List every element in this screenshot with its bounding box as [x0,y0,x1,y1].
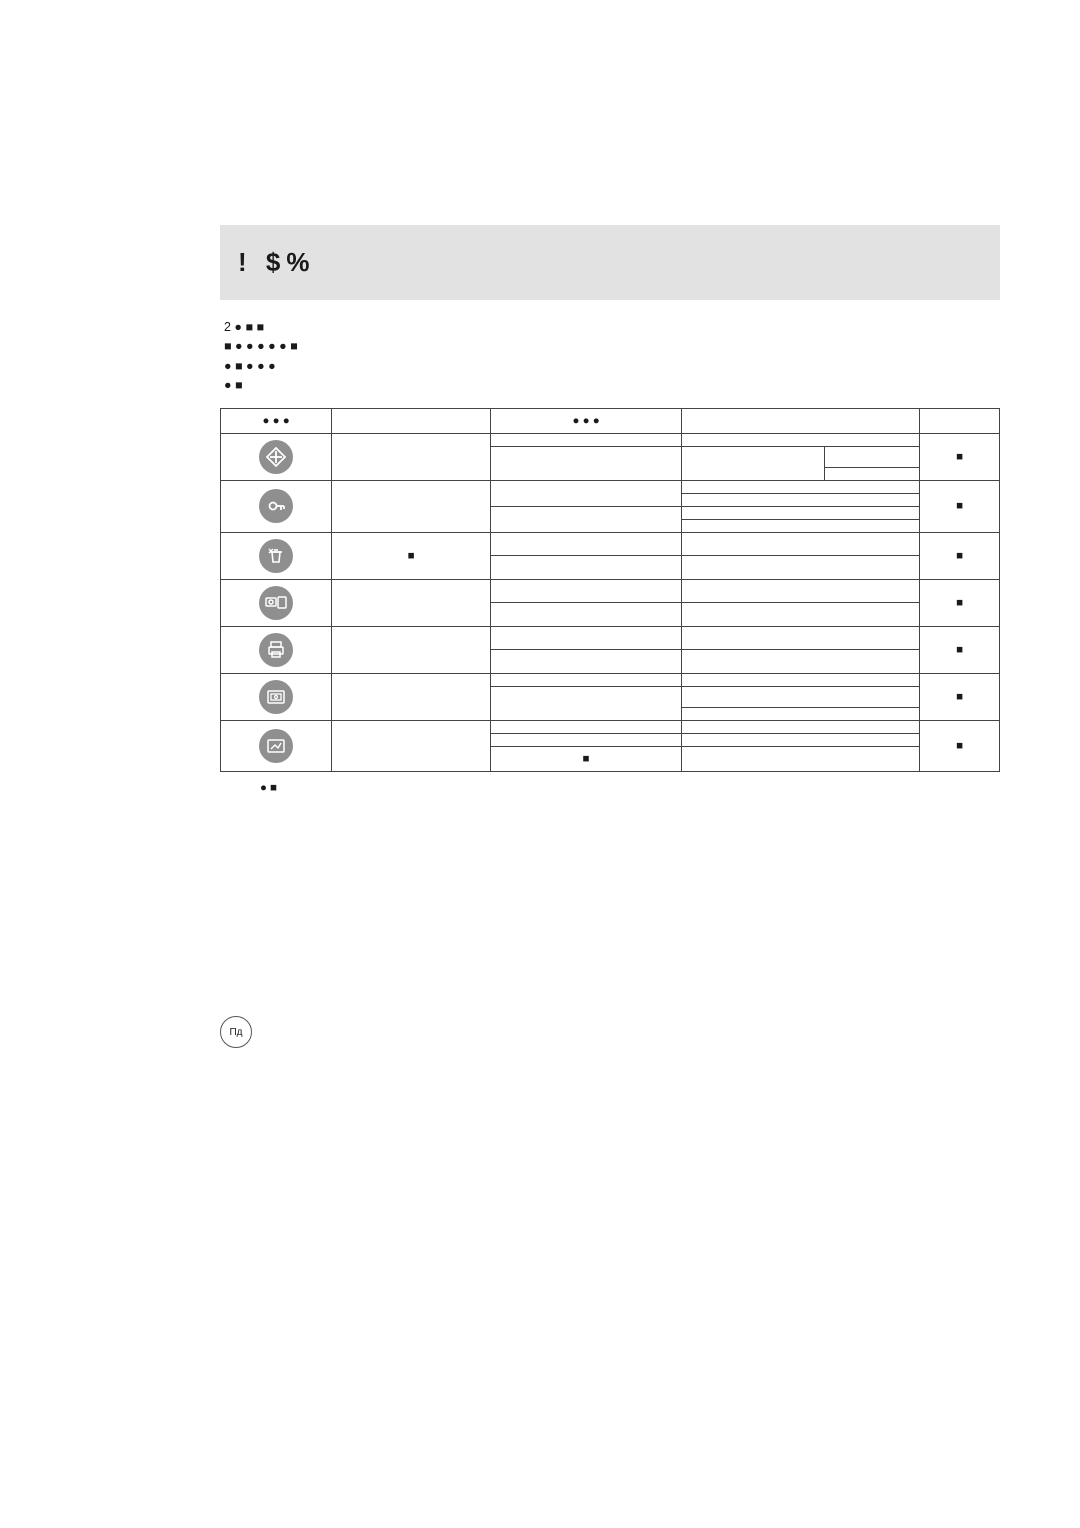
intro-line: ■ ● ● ● ● ● ■ [224,337,996,356]
page-ref: ■ [920,673,1000,720]
option-label [682,493,920,506]
table-header: ● ● ● ● ● ● [221,408,1000,433]
header-main [332,408,491,433]
page-ref: ■ [920,480,1000,532]
resize2-icon [259,729,293,763]
table-row: ■ [221,579,1000,603]
header-sub: ● ● ● [491,408,682,433]
submenu-label: ■ [491,746,682,771]
main-menu-label: ■ [332,532,491,579]
table-row: ■ [221,673,1000,686]
page-ref: ■ [920,532,1000,579]
main-menu-label [332,626,491,673]
page-ref: ■ [920,579,1000,626]
section-title: ! $% [220,225,1000,300]
menu-icon-cell [221,626,332,673]
option-label [682,532,920,556]
option-label [682,519,920,532]
option-label [825,446,920,467]
main-menu-label [332,579,491,626]
page-ref: ■ [920,433,1000,480]
slideshow-icon [259,680,293,714]
submenu-label [491,673,682,686]
intro-line: ● ■ ● ● ● [224,357,996,376]
footnote: ● ■ [260,782,1000,794]
submenu-label [491,720,682,733]
header-page [920,408,1000,433]
submenu-label [491,480,682,506]
submenu-label [491,556,682,580]
menu-icon-cell [221,579,332,626]
table-row: ■ [221,720,1000,733]
intro-line: 2 ● ■ ■ [224,318,996,337]
table-row: ■ [221,433,1000,446]
table-row: ■ [221,626,1000,650]
print-icon [259,633,293,667]
option-label [682,480,920,493]
submenu-label [491,626,682,650]
menu-icon-cell [221,720,332,771]
submenu-label [491,733,682,746]
submenu-label [491,579,682,603]
option-label [682,746,920,771]
submenu-label [491,506,682,532]
page: ! $% 2 ● ■ ■ ■ ● ● ● ● ● ■ ● ■ ● ● ● ● ■… [0,0,1080,1528]
option-label [682,720,920,733]
header-opt [682,408,920,433]
main-menu-label [332,720,491,771]
option-label [682,556,920,580]
option-label [682,650,920,674]
option-label [682,733,920,746]
option-label [682,446,825,480]
page-ref: ■ [920,720,1000,771]
menu-icon-cell [221,480,332,532]
resize-icon [259,440,293,474]
option-label [682,626,920,650]
menu-table: ● ● ● ● ● ● ■ [220,408,1000,772]
table-row: ■ ■ [221,532,1000,556]
option-label [825,467,920,480]
intro-text: 2 ● ■ ■ ■ ● ● ● ● ● ■ ● ■ ● ● ● ● ■ [224,318,996,396]
page-ref: ■ [920,626,1000,673]
submenu-label [491,686,682,720]
submenu-label [491,532,682,556]
trash-icon [259,539,293,573]
menu-icon-cell [221,673,332,720]
option-label [682,673,920,686]
submenu-label [491,446,682,480]
submenu-label [491,603,682,627]
page-number-badge: Пд [220,1016,252,1048]
main-menu-label [332,480,491,532]
camera-card-icon [259,586,293,620]
submenu-label [491,650,682,674]
option-label [682,603,920,627]
key-icon [259,489,293,523]
main-menu-label [332,673,491,720]
header-icon: ● ● ● [221,408,332,433]
option-label [682,686,920,707]
submenu-label [491,433,682,446]
option-label [682,506,920,519]
table-row: ■ [221,480,1000,493]
menu-icon-cell [221,532,332,579]
option-label [682,433,920,446]
main-menu-label [332,433,491,480]
option-label [682,579,920,603]
menu-icon-cell [221,433,332,480]
intro-line: ● ■ [224,376,996,395]
option-label [682,707,920,720]
